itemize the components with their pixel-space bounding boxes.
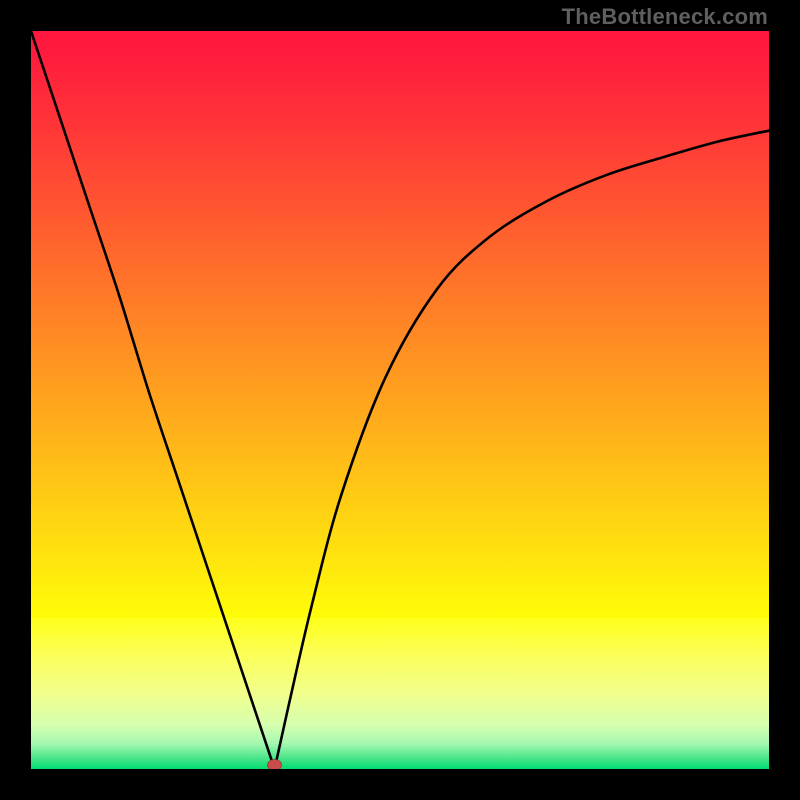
optimum-marker: [268, 760, 282, 770]
watermark-text: TheBottleneck.com: [562, 4, 768, 30]
chart-background: [31, 31, 769, 769]
chart-frame: [31, 31, 769, 769]
bottleneck-chart: [31, 31, 769, 769]
